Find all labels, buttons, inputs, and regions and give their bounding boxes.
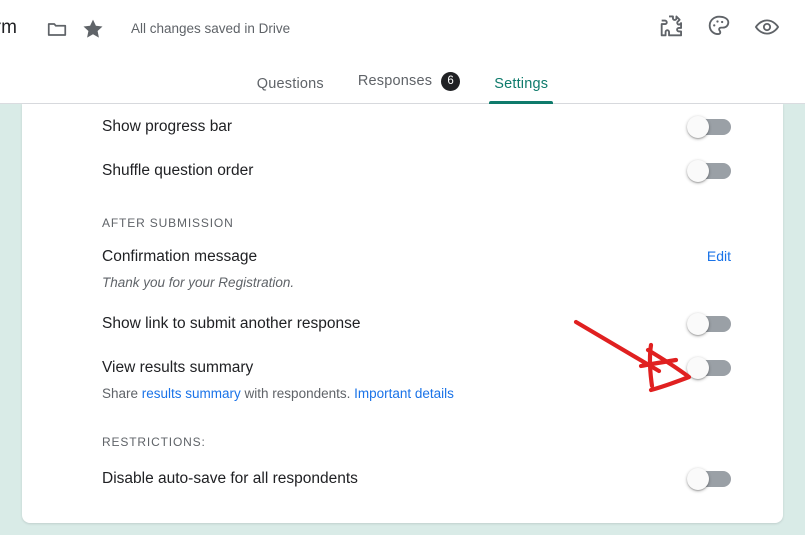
- confirmation-message-value: Thank you for your Registration.: [102, 274, 295, 290]
- puzzle-addons-icon[interactable]: [658, 13, 684, 39]
- important-details-link[interactable]: Important details: [354, 386, 454, 401]
- setting-title: Show link to submit another response: [102, 315, 361, 332]
- tab-questions-label: Questions: [256, 75, 324, 92]
- toggle-wrap: [687, 160, 731, 182]
- toggle-knob: [687, 116, 709, 138]
- setting-text-block: Confirmation message Thank you for your …: [102, 249, 294, 292]
- description-middle: with respondents.: [240, 385, 355, 401]
- palette-theme-icon[interactable]: [706, 13, 732, 39]
- settings-card: Show progress bar Shuffle question order…: [22, 104, 783, 523]
- form-title[interactable]: orm: [0, 17, 17, 39]
- star-icon[interactable]: [81, 17, 105, 41]
- setting-text-block: View results summary Share results summa…: [102, 360, 454, 403]
- view-results-summary-toggle[interactable]: [687, 357, 731, 379]
- view-results-description: Share results summary with respondents. …: [102, 385, 454, 403]
- setting-row-show-link-another-response: Show link to submit another response: [22, 313, 783, 336]
- setting-text-block: Disable auto-save for all respondents: [102, 471, 358, 487]
- toggle-knob: [687, 468, 709, 490]
- setting-text-block: Show progress bar: [102, 119, 232, 135]
- setting-title: Confirmation message: [102, 248, 258, 265]
- tab-responses[interactable]: Responses 6: [341, 72, 477, 104]
- toggle-wrap: [687, 468, 731, 490]
- tab-settings[interactable]: Settings: [477, 75, 565, 105]
- toggle-wrap: [687, 357, 731, 379]
- description-prefix: Share: [102, 385, 142, 401]
- tab-strip: Questions Responses 6 Settings: [0, 57, 805, 104]
- section-label-restrictions: RESTRICTIONS:: [102, 435, 206, 449]
- folder-icon[interactable]: [45, 18, 69, 40]
- responses-count-badge: 6: [441, 72, 461, 91]
- disable-auto-save-toggle[interactable]: [687, 468, 731, 490]
- toggle-knob: [687, 357, 709, 379]
- save-status-text: All changes saved in Drive: [131, 21, 291, 36]
- show-link-another-response-toggle[interactable]: [687, 313, 731, 335]
- toggle-knob: [687, 160, 709, 182]
- toggle-wrap: [687, 116, 731, 138]
- setting-row-shuffle-question-order: Shuffle question order: [22, 160, 783, 183]
- toggle-knob: [687, 313, 709, 335]
- setting-row-disable-auto-save: Disable auto-save for all respondents: [22, 468, 783, 491]
- setting-row-confirmation-message: Confirmation message Thank you for your …: [22, 249, 783, 292]
- setting-title: Disable auto-save for all respondents: [102, 470, 358, 487]
- toggle-wrap: [687, 313, 731, 335]
- eye-preview-icon[interactable]: [754, 14, 780, 40]
- results-summary-link[interactable]: results summary: [142, 386, 241, 401]
- tab-responses-label: Responses: [357, 73, 433, 90]
- edit-confirmation-message-button[interactable]: Edit: [707, 249, 731, 263]
- setting-text-block: Show link to submit another response: [102, 316, 360, 332]
- setting-text-block: Shuffle question order: [102, 163, 253, 179]
- setting-title: Show progress bar: [102, 118, 233, 135]
- setting-row-show-progress-bar: Show progress bar: [22, 116, 783, 139]
- section-label-after-submission: AFTER SUBMISSION: [102, 216, 234, 230]
- show-progress-bar-toggle[interactable]: [687, 116, 731, 138]
- setting-title: Shuffle question order: [102, 162, 254, 179]
- setting-row-view-results-summary: View results summary Share results summa…: [22, 357, 783, 403]
- shuffle-question-order-toggle[interactable]: [687, 160, 731, 182]
- app-bar: orm All changes saved in Drive: [0, 0, 805, 57]
- setting-title: View results summary: [102, 359, 254, 376]
- tab-settings-label: Settings: [494, 75, 549, 92]
- tab-questions[interactable]: Questions: [240, 75, 341, 105]
